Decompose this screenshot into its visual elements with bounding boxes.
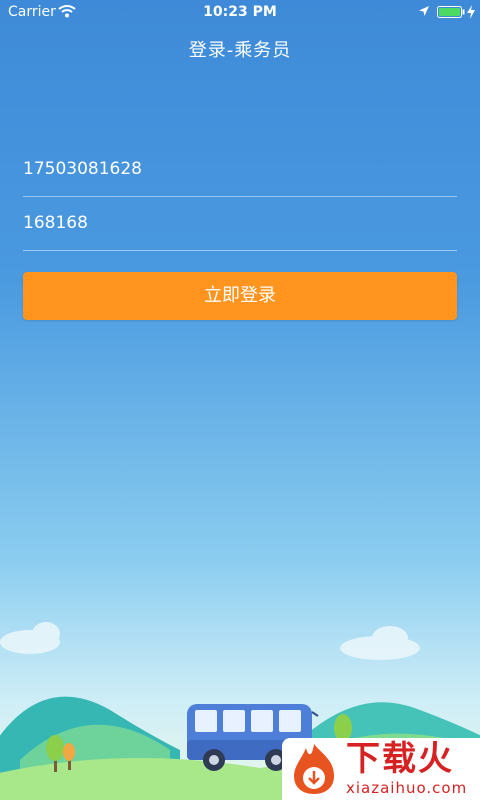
watermark-title: 下载火 — [346, 739, 454, 779]
clock: 10:23 PM — [203, 4, 277, 20]
page-title: 登录-乘务员 — [188, 40, 292, 61]
status-bar: Carrier 10:23 PM — [0, 0, 480, 24]
watermark-url: xiazaihuo.com — [346, 779, 468, 797]
battery-icon — [437, 6, 465, 18]
password-input[interactable]: 168168 — [23, 196, 457, 251]
location-arrow-icon — [419, 6, 429, 16]
phone-input[interactable]: 17503081628 — [23, 142, 457, 197]
login-button[interactable]: 立即登录 — [23, 272, 457, 320]
cloud-icon — [0, 622, 420, 660]
flame-logo-icon — [294, 744, 334, 794]
charging-bolt-icon — [467, 5, 475, 19]
watermark-logo: 下载火 xiazaihuo.com — [282, 738, 480, 800]
